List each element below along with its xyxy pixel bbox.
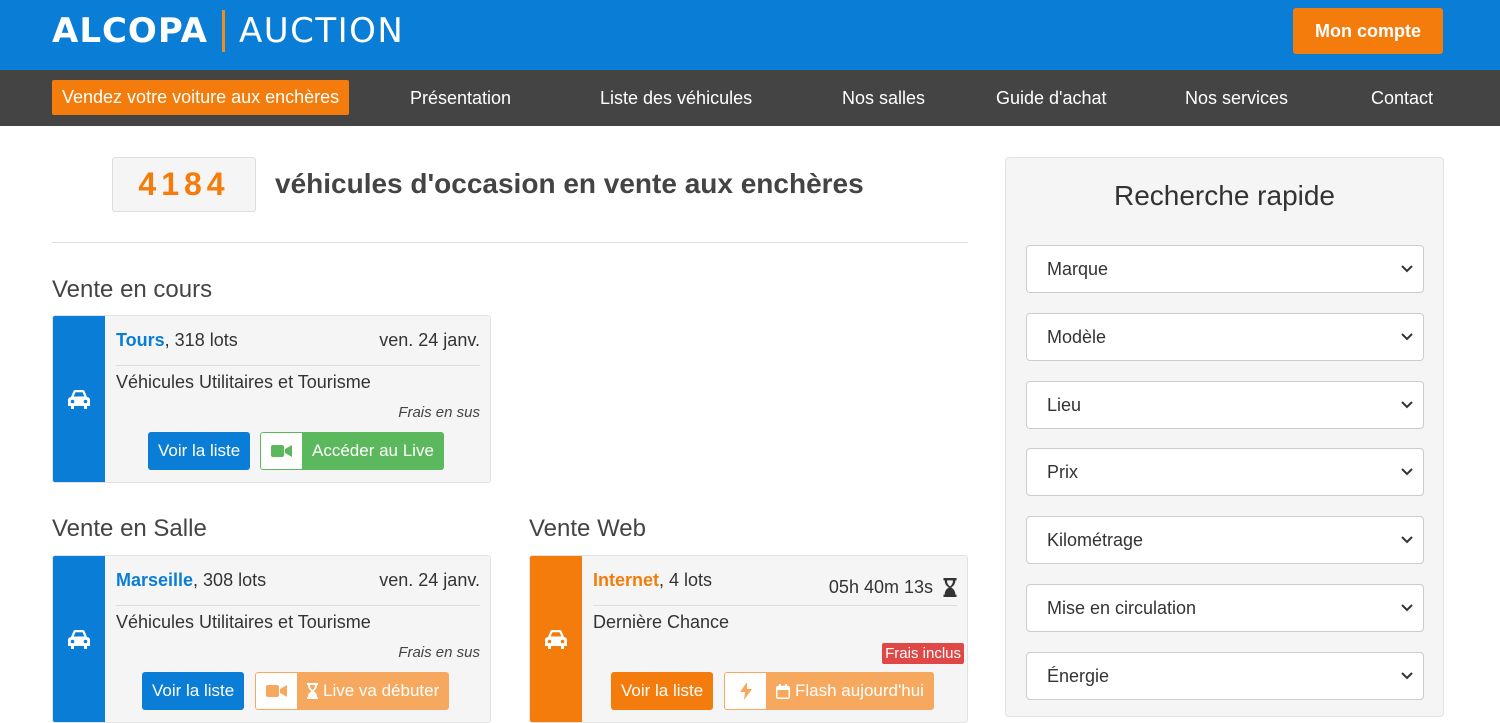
- video-camera-icon: [255, 672, 297, 710]
- hourglass-icon: [943, 578, 957, 597]
- select-mileage[interactable]: Kilométrage: [1026, 516, 1424, 564]
- car-icon: [68, 630, 90, 649]
- select-location-value: Lieu: [1047, 394, 1082, 415]
- sale-fees: Frais en sus: [398, 644, 480, 661]
- page-title: véhicules d'occasion en vente aux enchèr…: [275, 168, 864, 199]
- sale-lots: , 4 lots: [659, 570, 713, 590]
- top-header: ALCOPA AUCTION Mon compte: [0, 0, 1500, 70]
- quick-search-title: Recherche rapide: [1113, 180, 1336, 211]
- select-registration-date[interactable]: Mise en circulation: [1026, 584, 1424, 632]
- live-starting-label: Live va débuter: [297, 672, 450, 710]
- divider: [52, 242, 968, 243]
- select-energy-value: Énergie: [1047, 665, 1110, 686]
- card-title: Internet, 4 lots: [593, 570, 712, 605]
- sale-description: Véhicules Utilitaires et Tourisme: [116, 612, 371, 632]
- select-price[interactable]: Prix: [1026, 448, 1424, 496]
- account-button[interactable]: Mon compte: [1293, 8, 1443, 54]
- section-title-web: Vente Web: [529, 515, 646, 542]
- sale-fees: Frais en sus: [398, 404, 480, 421]
- sale-date: ven. 24 janv.: [379, 570, 480, 590]
- card-title: Marseille, 308 lots: [116, 570, 266, 605]
- chevron-down-icon: [1401, 672, 1413, 680]
- video-camera-icon: [260, 432, 302, 470]
- logo-separator: [221, 10, 225, 52]
- car-icon: [68, 390, 90, 409]
- sale-card-tours: Tours, 318 lots ven. 24 janv. Véhicules …: [52, 315, 491, 483]
- nav-sell-car[interactable]: Vendez votre voiture aux enchères: [52, 80, 350, 115]
- live-starting-button[interactable]: Live va débuter: [255, 672, 450, 710]
- logo[interactable]: ALCOPA AUCTION: [52, 8, 404, 54]
- flash-sale-text: Flash aujourd'hui: [795, 681, 924, 700]
- select-energy[interactable]: Énergie: [1026, 652, 1424, 700]
- view-list-button[interactable]: Voir la liste: [142, 672, 245, 710]
- countdown-timer: 05h 40m 13s: [828, 577, 933, 597]
- card-side-bar: [53, 556, 105, 722]
- quick-search-panel: Recherche rapide Marque Modèle Lieu Prix…: [1005, 157, 1444, 717]
- chevron-down-icon: [1401, 333, 1413, 341]
- logo-main-text: ALCOPA: [52, 11, 208, 51]
- sale-card-marseille: Marseille, 308 lots ven. 24 janv. Véhicu…: [52, 555, 491, 723]
- chevron-down-icon: [1401, 536, 1413, 544]
- select-mileage-value: Kilométrage: [1047, 529, 1144, 550]
- card-side-bar: [53, 316, 105, 482]
- nav-rooms[interactable]: Nos salles: [842, 70, 925, 126]
- sale-description: Véhicules Utilitaires et Tourisme: [116, 372, 371, 392]
- card-header: Tours, 318 lots ven. 24 janv.: [116, 330, 480, 366]
- card-header: Internet, 4 lots 05h 40m 13s: [593, 570, 957, 606]
- card-header: Marseille, 308 lots ven. 24 janv.: [116, 570, 480, 606]
- flash-sale-button[interactable]: Flash aujourd'hui: [724, 672, 934, 710]
- select-registration-date-value: Mise en circulation: [1047, 597, 1197, 618]
- sale-description: Dernière Chance: [593, 612, 730, 632]
- flash-sale-label: Flash aujourd'hui: [766, 672, 934, 710]
- main-nav: Vendez votre voiture aux enchères Présen…: [0, 70, 1500, 126]
- live-access-label: Accéder au Live: [302, 432, 444, 470]
- lightning-icon: [724, 672, 766, 710]
- live-access-button[interactable]: Accéder au Live: [260, 432, 444, 470]
- select-model[interactable]: Modèle: [1026, 313, 1424, 361]
- nav-contact[interactable]: Contact: [1371, 70, 1433, 126]
- select-price-value: Prix: [1047, 461, 1078, 482]
- card-title: Tours, 318 lots: [116, 330, 238, 365]
- sale-date: ven. 24 janv.: [379, 330, 480, 350]
- countdown: 05h 40m 13s: [829, 570, 957, 605]
- chevron-down-icon: [1401, 468, 1413, 476]
- nav-presentation[interactable]: Présentation: [410, 70, 511, 126]
- nav-buying-guide[interactable]: Guide d'achat: [996, 70, 1107, 126]
- live-starting-text: Live va débuter: [323, 681, 440, 700]
- sale-city-link[interactable]: Internet: [593, 570, 659, 590]
- calendar-icon: [776, 683, 790, 699]
- car-icon: [545, 630, 567, 649]
- chevron-down-icon: [1401, 401, 1413, 409]
- hourglass-icon: [307, 683, 318, 699]
- view-list-button[interactable]: Voir la liste: [611, 672, 714, 710]
- nav-services[interactable]: Nos services: [1185, 70, 1288, 126]
- select-model-value: Modèle: [1047, 326, 1107, 347]
- logo-sub-text: AUCTION: [238, 11, 405, 51]
- sale-city-link[interactable]: Tours: [116, 330, 165, 350]
- vehicle-count: 4184: [112, 157, 256, 212]
- chevron-down-icon: [1401, 265, 1413, 273]
- section-title-room: Vente en Salle: [52, 515, 207, 542]
- select-brand-value: Marque: [1047, 258, 1109, 279]
- sale-lots: , 318 lots: [164, 330, 238, 350]
- select-brand[interactable]: Marque: [1026, 245, 1424, 293]
- fees-included-badge: Frais inclus: [882, 643, 964, 664]
- select-location[interactable]: Lieu: [1026, 381, 1424, 429]
- sale-city-link[interactable]: Marseille: [116, 570, 193, 590]
- view-list-button[interactable]: Voir la liste: [148, 432, 251, 470]
- sale-lots: , 308 lots: [193, 570, 267, 590]
- chevron-down-icon: [1401, 604, 1413, 612]
- nav-vehicle-list[interactable]: Liste des véhicules: [600, 70, 752, 126]
- card-side-bar: [530, 556, 582, 722]
- section-title-current: Vente en cours: [52, 276, 213, 303]
- sale-card-internet: Internet, 4 lots 05h 40m 13s Dernière Ch…: [529, 555, 968, 723]
